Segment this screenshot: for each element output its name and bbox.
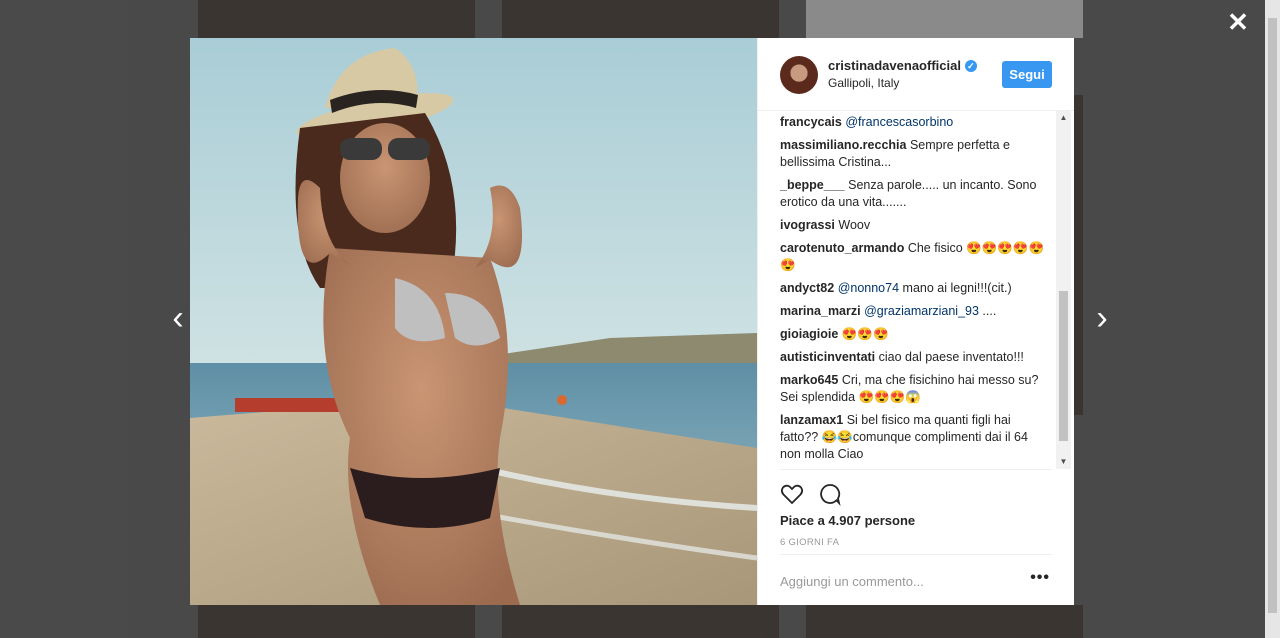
comment-bubble-icon[interactable]: [818, 482, 842, 506]
previous-post-button[interactable]: ‹: [166, 300, 190, 336]
page-scrollbar[interactable]: [1265, 0, 1280, 638]
scroll-up-arrow-icon[interactable]: ▲: [1056, 111, 1071, 125]
comment-item: gioiagioie 😍😍😍: [780, 326, 1050, 343]
comment-text: 😍😍😍: [841, 327, 889, 341]
post-modal: cristinadavenaofficial ✓ Gallipoli, Italy…: [190, 38, 1074, 605]
comment-text: Woov: [838, 218, 871, 232]
add-comment-area: Aggiungi un commento... •••: [780, 554, 1052, 599]
comments-scrollbar-thumb[interactable]: [1059, 291, 1068, 441]
comment-mention-link[interactable]: @francescasorbino: [845, 115, 953, 129]
comment-username[interactable]: gioiagioie: [780, 327, 838, 341]
follow-button[interactable]: Segui: [1002, 61, 1052, 88]
comment-text: ....: [982, 304, 997, 318]
add-comment-input[interactable]: Aggiungi un commento...: [780, 574, 924, 589]
comment-username[interactable]: andyct82: [780, 281, 834, 295]
next-post-button[interactable]: ›: [1090, 300, 1114, 336]
location-link[interactable]: Gallipoli, Italy: [828, 76, 899, 90]
username-text[interactable]: cristinadavenaofficial: [828, 58, 961, 73]
comment-item: francycais @francescasorbino: [780, 114, 1050, 131]
comment-username[interactable]: carotenuto_armando: [780, 241, 904, 255]
comment-username[interactable]: lanzamax1: [780, 413, 843, 427]
comment-item: _beppe___ Senza parole..... un incanto. …: [780, 177, 1050, 211]
comment-mention-link[interactable]: @nonno74: [838, 281, 899, 295]
comment-username[interactable]: ivograssi: [780, 218, 835, 232]
post-photo[interactable]: [190, 38, 757, 605]
comments-list: francycais @francescasorbino massimilian…: [780, 114, 1050, 469]
comment-username[interactable]: francycais: [780, 115, 842, 129]
comment-mention-link[interactable]: @graziamarziani_93: [864, 304, 979, 318]
comment-username[interactable]: autisticinventati: [780, 350, 875, 364]
comment-item: ivograssi Woov: [780, 217, 1050, 234]
comment-item: andyct82 @nonno74 mano ai legni!!!(cit.): [780, 280, 1050, 297]
verified-badge-icon: ✓: [964, 60, 977, 72]
comments-scrollbar[interactable]: ▲ ▼: [1056, 111, 1071, 469]
comment-item: carotenuto_armando Che fisico 😍😍😍😍😍😍: [780, 240, 1050, 274]
comment-item: lanzamax1 Si bel fisico ma quanti figli …: [780, 412, 1050, 463]
heart-icon[interactable]: [780, 482, 804, 506]
comment-username[interactable]: marina_marzi: [780, 304, 861, 318]
username-link[interactable]: cristinadavenaofficial ✓: [828, 58, 977, 73]
comment-item: marko645 Cri, ma che fisichino hai messo…: [780, 372, 1050, 406]
comment-item: autisticinventati ciao dal paese inventa…: [780, 349, 1050, 366]
post-date[interactable]: 6 GIORNI FA: [780, 537, 839, 548]
comment-text: ciao dal paese inventato!!!: [878, 350, 1024, 364]
comment-username[interactable]: massimiliano.recchia: [780, 138, 906, 152]
post-actions: Piace a 4.907 persone 6 GIORNI FA Aggiun…: [780, 469, 1052, 598]
beach-photo: [190, 38, 757, 605]
comment-username[interactable]: _beppe___: [780, 178, 845, 192]
comment-username[interactable]: marko645: [780, 373, 838, 387]
avatar[interactable]: [780, 56, 818, 94]
comment-text: mano ai legni!!!(cit.): [902, 281, 1012, 295]
comment-item: massimiliano.recchia Sempre perfetta e b…: [780, 137, 1050, 171]
scroll-down-arrow-icon[interactable]: ▼: [1056, 455, 1071, 469]
more-options-icon[interactable]: •••: [1030, 569, 1050, 587]
likes-count[interactable]: Piace a 4.907 persone: [780, 513, 915, 528]
post-header: cristinadavenaofficial ✓ Gallipoli, Italy…: [758, 38, 1074, 111]
post-sidebar: cristinadavenaofficial ✓ Gallipoli, Italy…: [757, 38, 1074, 605]
comment-item: marina_marzi @graziamarziani_93 ....: [780, 303, 1050, 320]
close-button[interactable]: ✕: [1224, 8, 1252, 36]
page-scrollbar-thumb[interactable]: [1268, 18, 1277, 613]
